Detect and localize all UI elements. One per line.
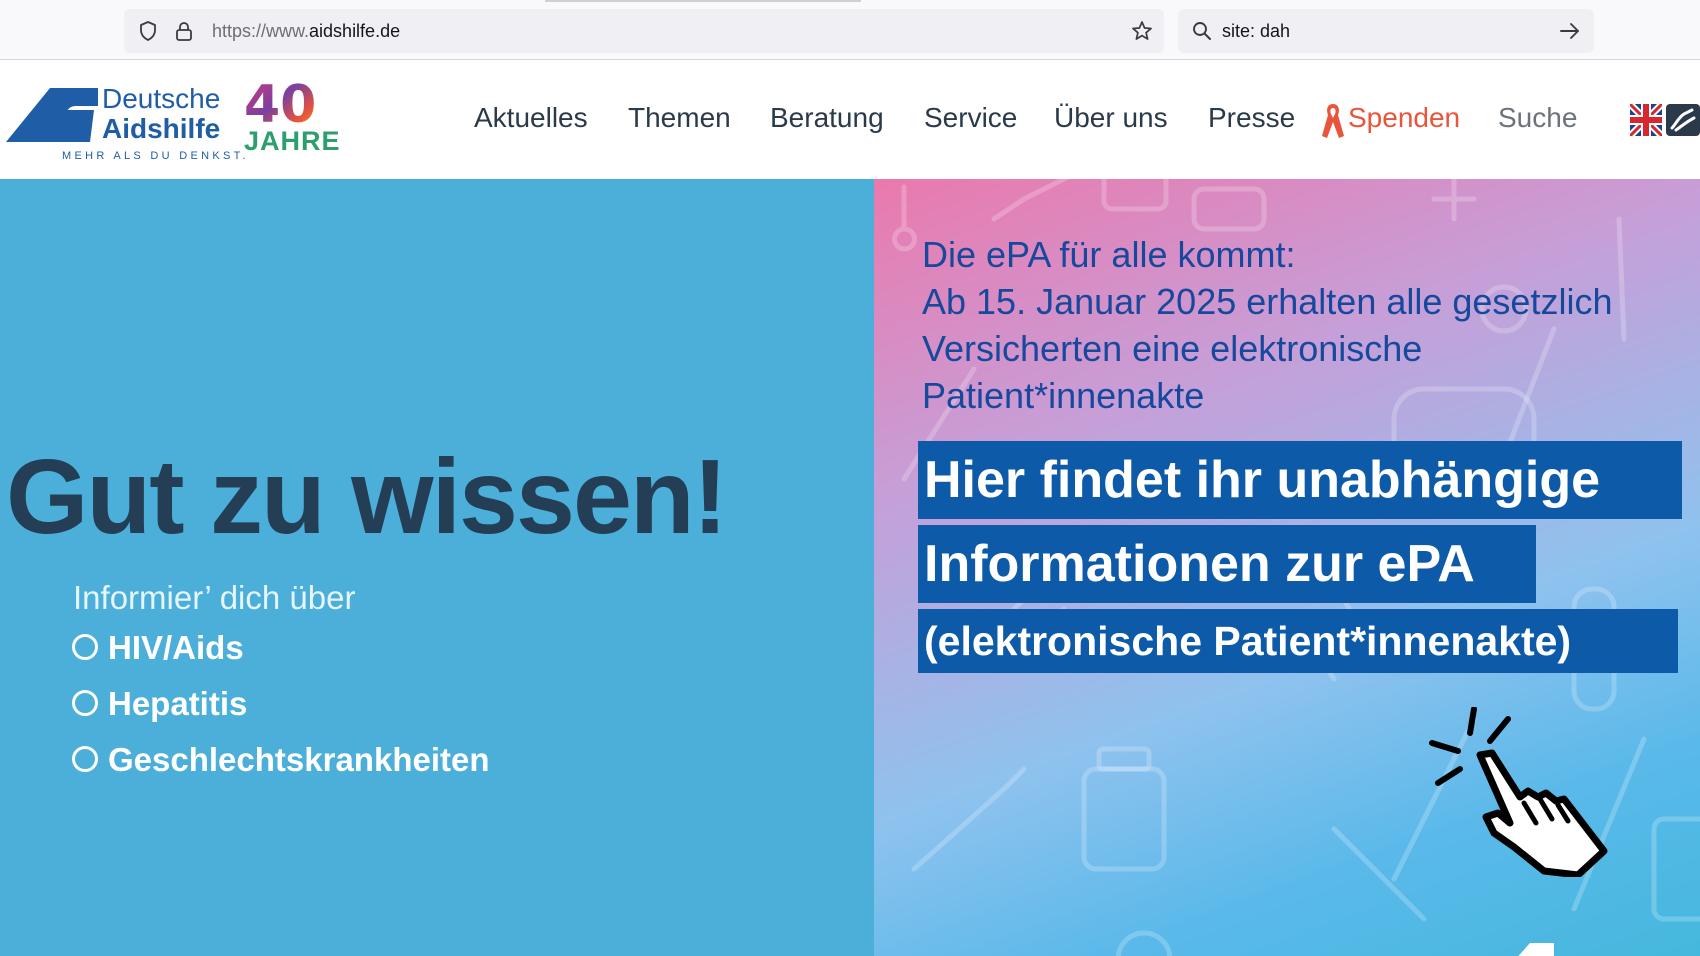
epa-cta-line-1[interactable]: Hier findet ihr unabhängige <box>918 441 1682 519</box>
url-text[interactable]: https://www.aidshilfe.de <box>212 21 400 42</box>
circle-bullet-icon <box>72 634 98 660</box>
search-icon <box>1193 22 1211 40</box>
epa-intro-line-4: Patient*innenakte <box>922 375 1205 416</box>
logo-deutsche: Deutsche <box>102 83 221 114</box>
url-domain: aidshilfe.de <box>309 21 401 41</box>
topic-label: Geschlechtskrankheiten <box>108 741 490 778</box>
corner-logo-mark-icon <box>1518 943 1554 956</box>
nav-suche[interactable]: Suche <box>1498 102 1577 134</box>
logo-aidshilfe: Aidshilfe <box>102 113 221 144</box>
epa-intro-text: Die ePA für alle kommt: Ab 15. Januar 20… <box>922 231 1612 419</box>
epa-cta-line-2[interactable]: Informationen zur ePA <box>918 525 1536 603</box>
hero-left-panel: Gut zu wissen! Informier’ dich über HIV/… <box>0 179 874 956</box>
topic-geschlechtskrankheiten[interactable]: Geschlechtskrankheiten <box>72 741 490 779</box>
topic-label: HIV/Aids <box>108 629 244 666</box>
nav-spenden[interactable]: Spenden <box>1348 102 1460 134</box>
shield-icon[interactable] <box>136 19 160 43</box>
nav-ueber-uns[interactable]: Über uns <box>1054 102 1168 134</box>
sign-language-icon[interactable] <box>1666 104 1700 136</box>
topic-hiv-aids[interactable]: HIV/Aids <box>72 629 244 667</box>
search-query[interactable]: site: dah <box>1222 21 1290 42</box>
star-icon[interactable] <box>1130 19 1154 43</box>
circle-bullet-icon <box>72 746 98 772</box>
tab-indicator <box>545 0 861 2</box>
nav-presse[interactable]: Presse <box>1208 102 1295 134</box>
logo-tagline: MEHR ALS DU DENKST. <box>62 150 249 162</box>
circle-bullet-icon <box>72 690 98 716</box>
lock-icon[interactable] <box>172 19 196 43</box>
epa-banner[interactable]: Die ePA für alle kommt: Ab 15. Januar 20… <box>874 179 1700 956</box>
search-bar[interactable]: site: dah <box>1178 9 1594 53</box>
url-prefix: https://www. <box>212 21 310 41</box>
epa-intro-line-2: Ab 15. Januar 2025 erhalten alle gesetzl… <box>922 281 1613 322</box>
red-ribbon-icon[interactable] <box>1320 102 1346 140</box>
uk-flag-icon[interactable] <box>1630 104 1662 136</box>
logo-mark-icon <box>6 88 98 142</box>
topic-label: Hepatitis <box>108 685 248 722</box>
click-hand-icon[interactable] <box>1428 707 1618 877</box>
nav-service[interactable]: Service <box>924 102 1017 134</box>
site-header: Deutsche Aidshilfe MEHR ALS DU DENKST. 4… <box>0 60 1700 179</box>
address-bar[interactable]: https://www.aidshilfe.de <box>124 9 1164 53</box>
anniversary-word: JAHRE <box>244 126 341 156</box>
hero-intro: Informier’ dich über <box>73 579 356 616</box>
anniversary-number: 40 <box>244 80 316 126</box>
nav-themen[interactable]: Themen <box>628 102 731 134</box>
epa-cta-line-3[interactable]: (elektronische Patient*innenakte) <box>918 609 1678 673</box>
arrow-right-icon[interactable] <box>1558 19 1582 43</box>
browser-toolbar: https://www.aidshilfe.de site: dah <box>0 0 1700 60</box>
topic-hepatitis[interactable]: Hepatitis <box>72 685 247 723</box>
forty-years-badge: 40 <box>244 80 316 126</box>
epa-intro-line-1: Die ePA für alle kommt: <box>922 234 1296 275</box>
epa-intro-line-3: Versicherten eine elektronische <box>922 328 1423 369</box>
nav-beratung[interactable]: Beratung <box>770 102 884 134</box>
hero-title: Gut zu wissen! <box>6 438 728 556</box>
nav-aktuelles[interactable]: Aktuelles <box>474 102 588 134</box>
site-logo[interactable]: Deutsche Aidshilfe MEHR ALS DU DENKST. 4… <box>0 78 360 168</box>
